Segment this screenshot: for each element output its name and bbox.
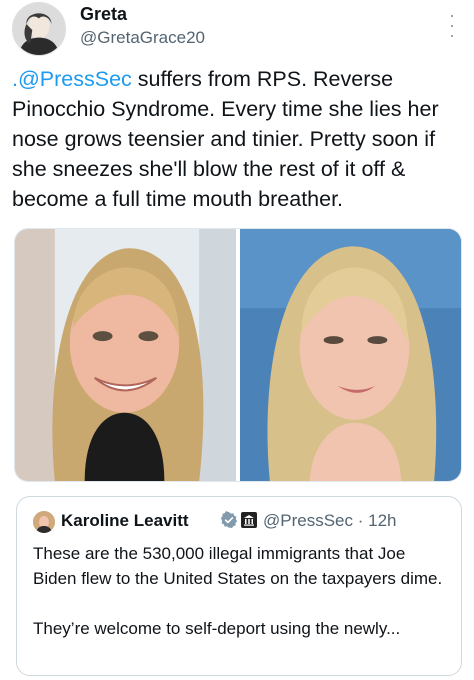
tweet-text: .@PressSec suffers from RPS. Reverse Pin… bbox=[12, 64, 464, 214]
quoted-text: These are the 530,000 illegal immigrants… bbox=[33, 541, 453, 641]
profile-photo-icon bbox=[33, 511, 55, 533]
media-grid[interactable] bbox=[14, 228, 462, 482]
author-handle[interactable]: @GretaGrace20 bbox=[80, 28, 205, 48]
quoted-line-1: These are the 530,000 illegal immigrants… bbox=[33, 544, 443, 588]
verified-badge-icon bbox=[220, 511, 238, 529]
portrait-image-right bbox=[240, 229, 461, 481]
quoted-handle-time[interactable]: @PressSec · 12h bbox=[263, 511, 396, 531]
author-avatar[interactable] bbox=[12, 2, 66, 56]
more-vertical-icon[interactable]: · · · bbox=[442, 6, 462, 44]
profile-photo-icon bbox=[13, 3, 65, 55]
mention-link[interactable]: .@PressSec bbox=[12, 67, 132, 91]
quoted-line-2: They’re welcome to self-deport using the… bbox=[33, 619, 401, 638]
quoted-tweet[interactable]: Karoline Leavitt @PressSec · 12h These a… bbox=[16, 496, 462, 676]
author-display-name[interactable]: Greta bbox=[80, 4, 127, 25]
quoted-author-name[interactable]: Karoline Leavitt bbox=[61, 511, 189, 531]
quoted-author-avatar[interactable] bbox=[33, 511, 55, 533]
photo-right[interactable] bbox=[240, 229, 461, 481]
government-building-icon bbox=[241, 512, 257, 528]
photo-left[interactable] bbox=[15, 229, 236, 481]
tweet-post: Greta @GretaGrace20 · · · .@PressSec suffe… bbox=[0, 0, 474, 680]
portrait-image-left bbox=[15, 229, 236, 481]
